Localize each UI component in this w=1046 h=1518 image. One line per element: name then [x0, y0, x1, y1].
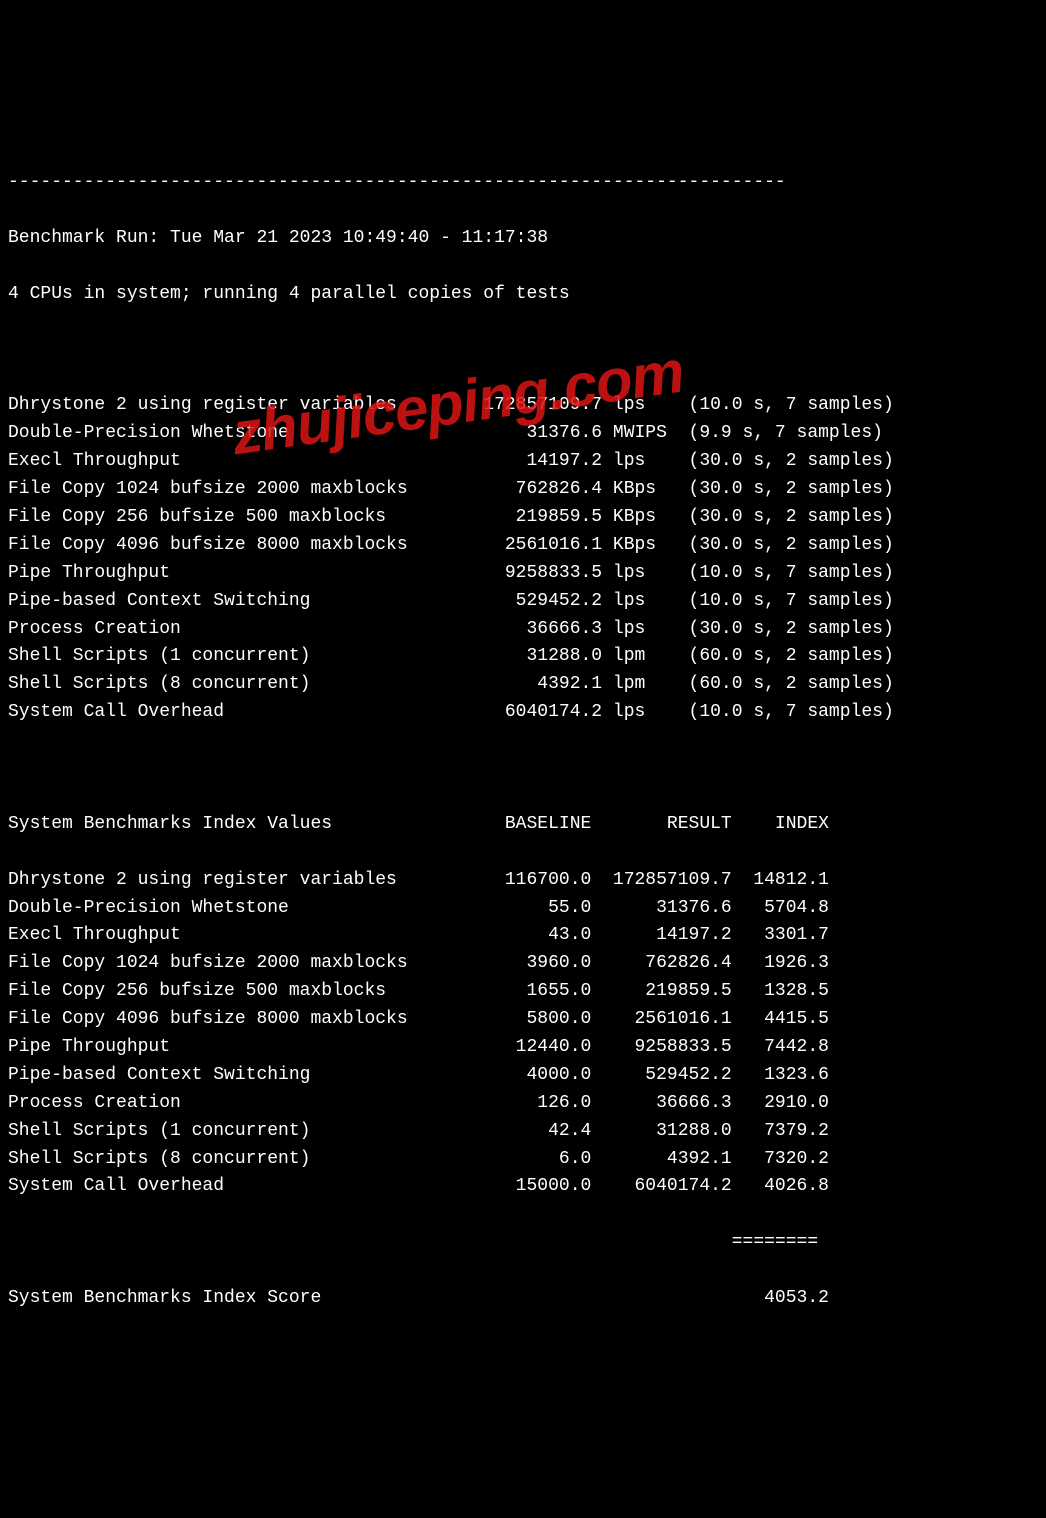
index-row: System Call Overhead 15000.0 6040174.2 4… [8, 1173, 1038, 1201]
index-row: File Copy 256 bufsize 500 maxblocks 1655… [8, 978, 1038, 1006]
test-row: System Call Overhead 6040174.2 lps (10.0… [8, 699, 1038, 727]
index-row: Dhrystone 2 using register variables 116… [8, 867, 1038, 895]
index-rule: ======== [8, 1229, 1038, 1257]
blank-line [8, 755, 1038, 783]
index-row: Shell Scripts (8 concurrent) 6.0 4392.1 … [8, 1146, 1038, 1174]
divider-dashes: ----------------------------------------… [8, 169, 1038, 197]
test-row: Shell Scripts (8 concurrent) 4392.1 lpm … [8, 671, 1038, 699]
blank-line [8, 337, 1038, 365]
index-block: Dhrystone 2 using register variables 116… [8, 867, 1038, 1202]
benchmark-run-header: Benchmark Run: Tue Mar 21 2023 10:49:40 … [8, 225, 1038, 253]
index-row: Pipe-based Context Switching 4000.0 5294… [8, 1062, 1038, 1090]
test-row: Shell Scripts (1 concurrent) 31288.0 lpm… [8, 643, 1038, 671]
cpu-info-line: 4 CPUs in system; running 4 parallel cop… [8, 281, 1038, 309]
index-score-row: System Benchmarks Index Score 4053.2 [8, 1285, 1038, 1313]
index-row: Double-Precision Whetstone 55.0 31376.6 … [8, 895, 1038, 923]
test-row: Execl Throughput 14197.2 lps (30.0 s, 2 … [8, 448, 1038, 476]
test-row: File Copy 1024 bufsize 2000 maxblocks 76… [8, 476, 1038, 504]
test-row: Pipe-based Context Switching 529452.2 lp… [8, 588, 1038, 616]
test-row: Double-Precision Whetstone 31376.6 MWIPS… [8, 420, 1038, 448]
index-row: Shell Scripts (1 concurrent) 42.4 31288.… [8, 1118, 1038, 1146]
index-row: Pipe Throughput 12440.0 9258833.5 7442.8 [8, 1034, 1038, 1062]
index-row: File Copy 1024 bufsize 2000 maxblocks 39… [8, 950, 1038, 978]
index-row: Process Creation 126.0 36666.3 2910.0 [8, 1090, 1038, 1118]
index-row: File Copy 4096 bufsize 8000 maxblocks 58… [8, 1006, 1038, 1034]
test-row: File Copy 256 bufsize 500 maxblocks 2198… [8, 504, 1038, 532]
tests-block: Dhrystone 2 using register variables 172… [8, 392, 1038, 727]
index-header-row: System Benchmarks Index Values BASELINE … [8, 811, 1038, 839]
test-row: Process Creation 36666.3 lps (30.0 s, 2 … [8, 616, 1038, 644]
terminal-output: { "dashes": "---------------------------… [0, 56, 1046, 1407]
test-row: Dhrystone 2 using register variables 172… [8, 392, 1038, 420]
test-row: File Copy 4096 bufsize 8000 maxblocks 25… [8, 532, 1038, 560]
test-row: Pipe Throughput 9258833.5 lps (10.0 s, 7… [8, 560, 1038, 588]
